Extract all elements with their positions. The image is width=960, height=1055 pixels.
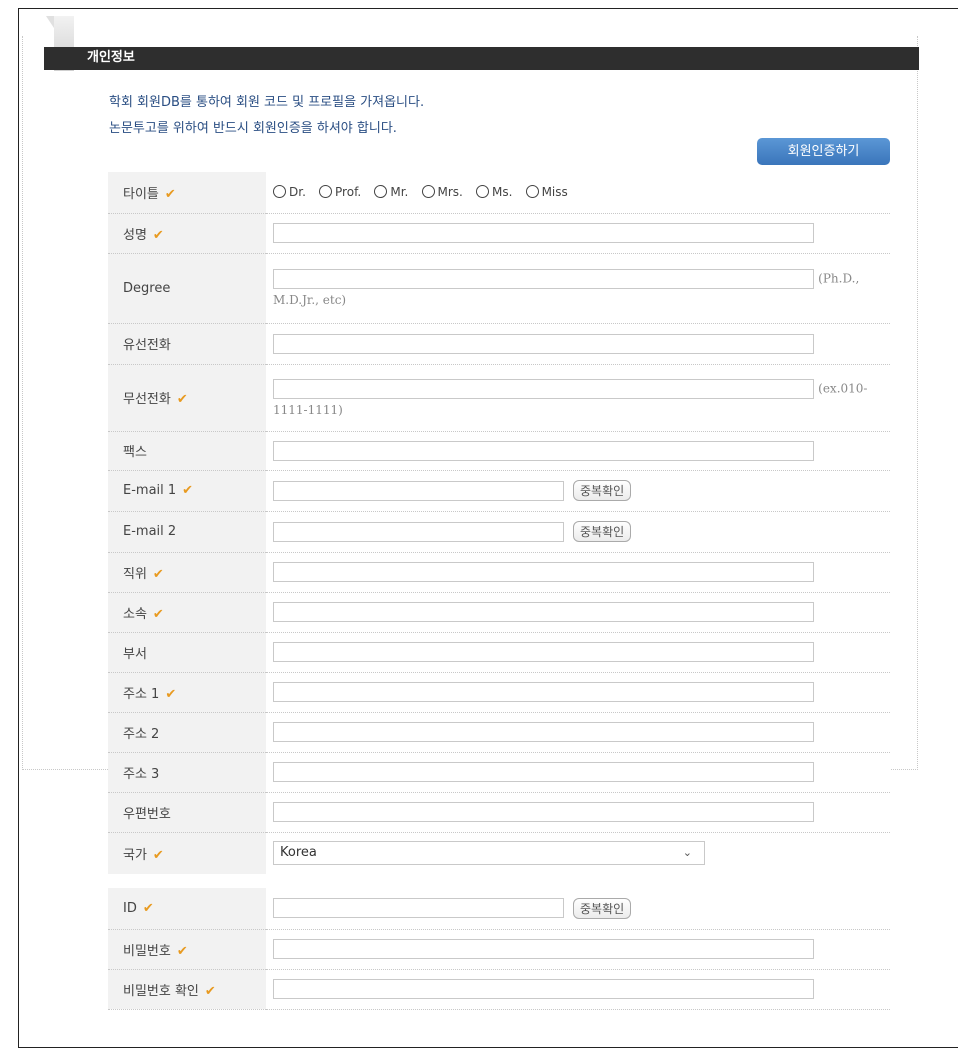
fax-row: 팩스 [108,431,890,471]
required-check-icon: ✔ [165,686,177,702]
country-label: 국가 [123,847,147,863]
required-check-icon: ✔ [182,483,194,498]
radio-prof[interactable]: Prof. [319,184,361,199]
required-check-icon: ✔ [176,943,188,959]
required-check-icon: ✔ [176,392,188,407]
mobile-label: 무선전화 [123,392,171,407]
id-input[interactable] [273,898,564,919]
email2-row: E-mail 2 중복확인 [108,511,890,553]
email1-input[interactable] [273,480,564,501]
radio-dr[interactable]: Dr. [273,184,306,199]
required-check-icon: ✔ [142,900,154,916]
degree-hint: (Ph.D., [818,271,860,286]
password-confirm-input[interactable] [273,979,814,999]
name-label: 성명 [123,227,147,243]
title-row: 타이틀 ✔ Dr. Prof. Mr. Mrs. Ms. Miss [108,172,890,214]
mobile-hint: (ex.010- [818,381,868,395]
radio-miss[interactable]: Miss [525,184,568,199]
address2-row: 주소 2 [108,712,890,753]
required-check-icon: ✔ [152,566,164,582]
radio-circle-icon [476,184,490,198]
title-label: 타이틀 [123,186,159,202]
id-duplicate-button[interactable]: 중복확인 [573,897,632,919]
country-selected-value: Korea [280,845,317,861]
mobile-row: 무선전화 ✔ (ex.010- 1111-1111) [108,364,890,432]
password-confirm-label: 비밀번호 확인 [123,983,199,999]
name-row: 성명 ✔ [108,213,890,254]
phone-label: 유선전화 [123,338,171,353]
email2-label: E-mail 2 [123,524,177,539]
required-check-icon: ✔ [204,983,216,999]
id-row: ID ✔ 중복확인 [108,888,890,930]
address1-row: 주소 1 ✔ [108,672,890,713]
required-check-icon: ✔ [164,186,176,202]
email2-duplicate-button[interactable]: 중복확인 [573,521,632,542]
radio-ms[interactable]: Ms. [476,184,512,199]
name-input[interactable] [273,223,814,243]
department-row: 부서 [108,632,890,673]
department-label: 부서 [123,646,147,662]
email1-row: E-mail 1 ✔ 중복확인 [108,470,890,512]
section-header-bar [44,47,919,70]
fax-input[interactable] [273,440,814,461]
radio-circle-icon [525,184,539,198]
password-confirm-row: 비밀번호 확인 ✔ [108,969,890,1010]
required-check-icon: ✔ [152,606,164,622]
affiliation-label: 소속 [123,606,147,622]
account-info-table: ID ✔ 중복확인 비밀번호 ✔ 비밀번호 확인 ✔ [108,888,890,1010]
phone-row: 유선전화 [108,323,890,365]
password-label: 비밀번호 [123,943,171,959]
password-row: 비밀번호 ✔ [108,929,890,970]
address1-input[interactable] [273,682,814,702]
required-check-icon: ✔ [152,847,164,863]
phone-input[interactable] [273,333,814,354]
address3-label: 주소 3 [123,766,160,782]
affiliation-input[interactable] [273,602,814,622]
id-label: ID [123,900,137,916]
address1-label: 주소 1 [123,686,160,702]
position-label: 직위 [123,566,147,582]
degree-label: Degree [123,280,171,296]
personal-info-table: 타이틀 ✔ Dr. Prof. Mr. Mrs. Ms. Miss 성명 ✔ Deg… [108,172,890,874]
zipcode-row: 우편번호 [108,792,890,833]
mobile-input[interactable] [273,378,814,399]
degree-hint-cont: M.D.Jr., etc) [273,293,347,307]
radio-circle-icon [421,184,435,198]
chevron-down-icon: ⌄ [682,846,692,860]
section-title: 개인정보 [87,50,135,65]
email1-label: E-mail 1 [123,483,177,498]
zipcode-label: 우편번호 [123,806,171,822]
notice-line-2: 논문투고를 위하여 반드시 회원인증을 하셔야 합니다. [109,121,397,136]
country-row: 국가 ✔ Korea ⌄ [108,832,890,874]
address3-input[interactable] [273,762,814,782]
required-check-icon: ✔ [152,227,164,243]
degree-input[interactable] [273,269,814,289]
address3-row: 주소 3 [108,752,890,793]
address2-label: 주소 2 [123,726,160,742]
fax-label: 팩스 [123,445,147,460]
department-input[interactable] [273,642,814,662]
address2-input[interactable] [273,722,814,742]
password-input[interactable] [273,939,814,959]
affiliation-row: 소속 ✔ [108,592,890,633]
zipcode-input[interactable] [273,802,814,822]
radio-mr[interactable]: Mr. [374,184,408,199]
radio-mrs[interactable]: Mrs. [421,184,463,199]
mobile-hint-cont: 1111-1111) [273,402,343,417]
radio-circle-icon [273,184,286,198]
email2-input[interactable] [273,521,564,542]
email1-duplicate-button[interactable]: 중복확인 [573,480,632,501]
radio-circle-icon [319,184,333,198]
degree-row: Degree (Ph.D., M.D.Jr., etc) [108,253,890,324]
radio-circle-icon [374,184,388,198]
position-input[interactable] [273,562,814,582]
position-row: 직위 ✔ [108,552,890,593]
notice-line-1: 학회 회원DB를 통하여 회원 코드 및 프로필을 가져옵니다. [109,95,425,110]
country-select[interactable]: Korea ⌄ [273,841,705,866]
member-auth-button[interactable]: 회원인증하기 [757,138,890,165]
